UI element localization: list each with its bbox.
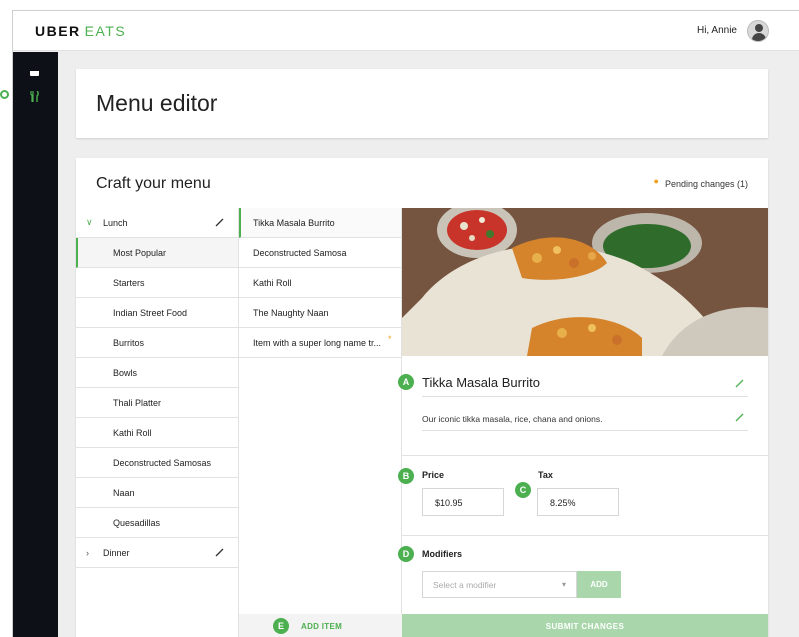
price-label: Price — [422, 470, 445, 480]
marker-b: B — [398, 468, 414, 484]
marker-e: E — [273, 618, 289, 634]
add-item-button[interactable]: ADD ITEM — [239, 614, 402, 637]
chevron-right-icon: › — [86, 547, 89, 558]
subcategory-item[interactable]: Burritos — [76, 328, 238, 358]
subcategory-item[interactable]: Deconstructed Samosas — [76, 448, 238, 478]
marker-c: C — [515, 482, 531, 498]
item-name-field[interactable]: Tikka Masala Burrito — [422, 375, 540, 390]
marker-d: D — [398, 546, 414, 562]
marker-a: A — [398, 374, 414, 390]
side-nav — [13, 52, 58, 637]
price-input[interactable]: $10.95 — [422, 488, 504, 516]
menu-item[interactable]: Deconstructed Samosa — [239, 238, 401, 268]
top-bar: UBER EATS Hi, Annie — [13, 11, 799, 51]
pencil-icon[interactable] — [735, 413, 744, 422]
annotation-ring — [0, 90, 9, 99]
burrito-photo — [402, 208, 768, 356]
pencil-icon[interactable] — [215, 218, 224, 227]
subcategory-item[interactable]: Most Popular — [76, 238, 238, 268]
tax-label: Tax — [538, 470, 553, 480]
uber-eats-logo[interactable]: UBER EATS — [35, 23, 126, 39]
menu-item[interactable]: The Naughty Naan — [239, 298, 401, 328]
modifiers-label: Modifiers — [422, 549, 463, 559]
subcategory-item[interactable]: Starters — [76, 268, 238, 298]
subcategory-item[interactable]: Naan — [76, 478, 238, 508]
modifier-select[interactable]: Select a modifier ▾ — [422, 571, 577, 598]
pending-changes[interactable]: ● Pending changes (1) — [653, 176, 749, 189]
subcategory-item[interactable]: Quesadillas — [76, 508, 238, 538]
caret-down-icon: ▾ — [561, 580, 566, 589]
tax-input[interactable]: 8.25% — [537, 488, 619, 516]
pending-dot-icon: ● — [653, 176, 659, 186]
item-description-field[interactable]: Our iconic tikka masala, rice, chana and… — [422, 414, 602, 424]
menu-editor-panel: Craft your menu ● Pending changes (1) ∨ L… — [76, 158, 768, 637]
menu-item[interactable]: Tikka Masala Burrito — [239, 208, 401, 238]
user-greeting: Hi, Annie — [696, 25, 737, 36]
category-dinner[interactable]: › Dinner — [76, 538, 238, 568]
avatar[interactable] — [747, 20, 769, 42]
pencil-icon[interactable] — [215, 548, 224, 557]
subcategory-item[interactable]: Bowls — [76, 358, 238, 388]
menu-item[interactable]: Item with a super long name tr... * — [239, 328, 401, 358]
chevron-down-icon: ∨ — [86, 217, 93, 227]
subcategory-item[interactable]: Kathi Roll — [76, 418, 238, 448]
subcategory-item[interactable]: Indian Street Food — [76, 298, 238, 328]
card-icon[interactable] — [30, 69, 40, 79]
app-window: UBER EATS Hi, Annie Menu editor Craft you… — [12, 10, 799, 637]
subcategory-item[interactable]: Thali Platter — [76, 388, 238, 418]
pencil-icon[interactable] — [735, 379, 744, 388]
page-title: Menu editor — [96, 90, 218, 116]
editor-title: Craft your menu — [96, 175, 211, 192]
title-panel: Menu editor — [76, 69, 768, 138]
submit-changes-button[interactable]: SUBMIT CHANGES — [402, 614, 768, 637]
item-list: Tikka Masala Burrito Deconstructed Samos… — [239, 208, 402, 637]
category-list: ∨ Lunch Most Popular Starters Indian Str… — [76, 208, 239, 637]
category-lunch[interactable]: ∨ Lunch — [76, 208, 238, 238]
item-detail: A Tikka Masala Burrito Our iconic tikka … — [398, 208, 768, 637]
add-modifier-button[interactable]: ADD — [577, 571, 621, 598]
fork-knife-icon[interactable] — [30, 90, 40, 102]
pending-dot-icon: * — [388, 334, 392, 344]
menu-item[interactable]: Kathi Roll — [239, 268, 401, 298]
